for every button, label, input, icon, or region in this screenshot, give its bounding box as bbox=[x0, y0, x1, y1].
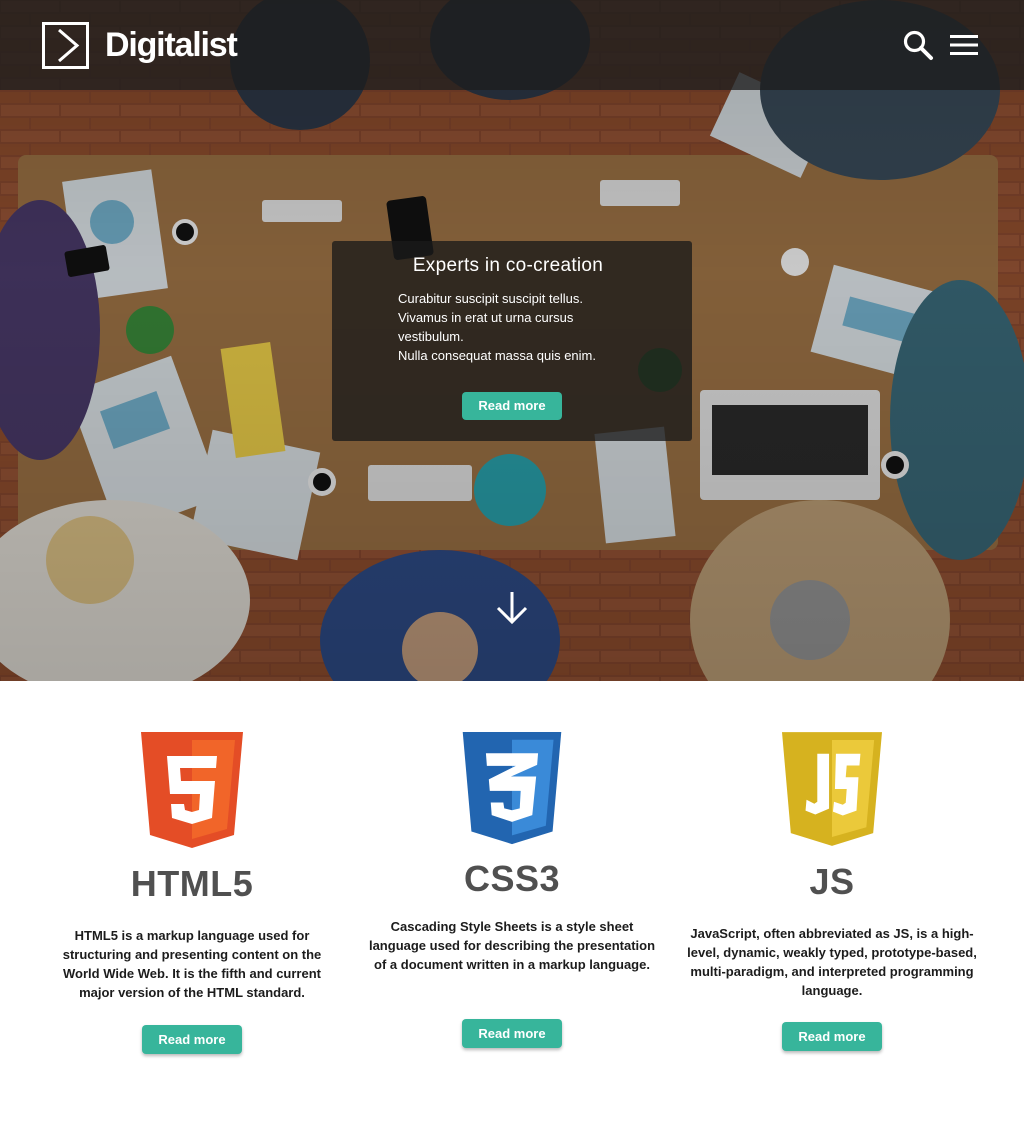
feature-card-js: JS JavaScript, often abbreviated as JS, … bbox=[682, 730, 982, 1051]
hero-line: Nulla consequat massa quis enim. bbox=[398, 348, 596, 363]
hero-line: Curabitur suscipit suscipit tellus. bbox=[398, 291, 583, 306]
brand-logo[interactable]: Digitalist bbox=[42, 22, 238, 69]
feature-description: Cascading Style Sheets is a style sheet … bbox=[368, 919, 656, 972]
feature-description: HTML5 is a markup language used for stru… bbox=[62, 928, 322, 1000]
js-read-more-button[interactable]: Read more bbox=[782, 1022, 882, 1051]
arrow-down-icon[interactable] bbox=[495, 590, 529, 626]
brand-name: Digitalist bbox=[105, 26, 238, 64]
html5-shield-icon bbox=[141, 732, 243, 848]
css3-shield-icon bbox=[462, 732, 562, 845]
feature-card-html5: HTML5 HTML5 is a markup language used fo… bbox=[42, 730, 342, 1054]
feature-description: JavaScript, often abbreviated as JS, is … bbox=[687, 926, 977, 998]
hamburger-menu-icon[interactable] bbox=[948, 33, 980, 57]
feature-title: CSS3 bbox=[463, 858, 561, 899]
hero-promo-box: Experts in co-creation Curabitur suscipi… bbox=[332, 241, 692, 441]
hero-line: vestibulum. bbox=[398, 329, 464, 344]
feature-card-css3: CSS3 Cascading Style Sheets is a style s… bbox=[362, 730, 662, 1048]
hero-description: Curabitur suscipit suscipit tellus. Viva… bbox=[398, 289, 628, 365]
search-icon[interactable] bbox=[902, 29, 934, 61]
hero-section: Digitalist Experts in co-creation Curabi… bbox=[0, 0, 1024, 681]
site-header: Digitalist bbox=[0, 0, 1024, 90]
js-shield-icon bbox=[782, 732, 882, 846]
feature-title: JS bbox=[809, 861, 855, 902]
css3-read-more-button[interactable]: Read more bbox=[462, 1019, 562, 1048]
html5-read-more-button[interactable]: Read more bbox=[142, 1025, 242, 1054]
hero-title: Experts in co-creation bbox=[412, 255, 604, 276]
hero-read-more-button[interactable]: Read more bbox=[462, 392, 562, 420]
feature-title: HTML5 bbox=[130, 863, 254, 904]
play-logo-icon bbox=[42, 22, 89, 69]
hero-line: Vivamus in erat ut urna cursus bbox=[398, 310, 574, 325]
